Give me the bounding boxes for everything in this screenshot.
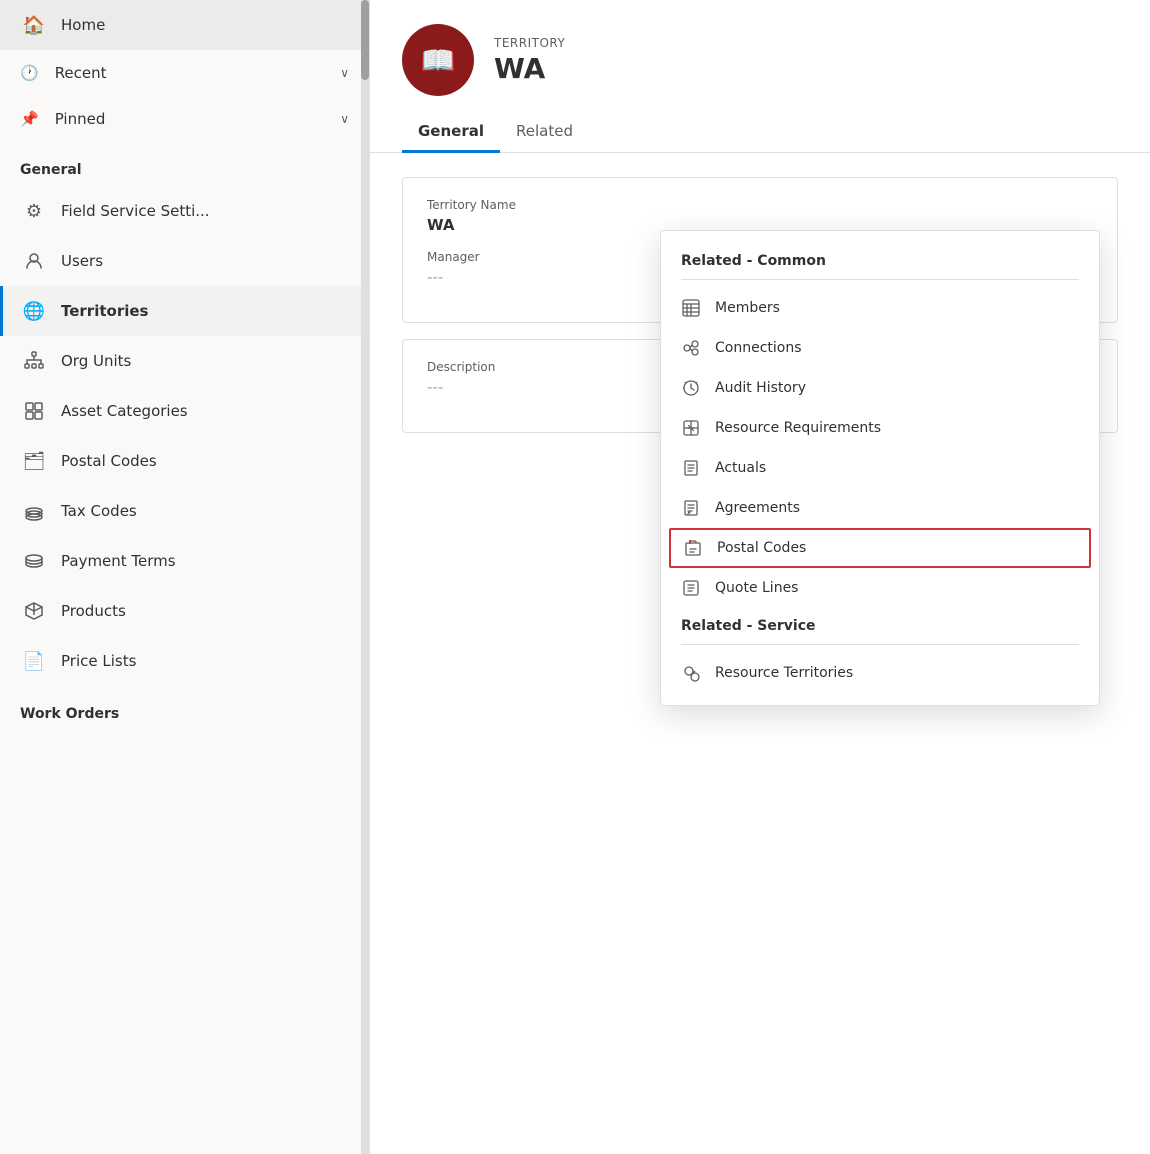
resource-territories-icon xyxy=(681,663,701,683)
menu-item-members[interactable]: Members xyxy=(661,288,1099,328)
record-info: TERRITORY WA xyxy=(494,36,565,85)
sidebar-item-label: Home xyxy=(61,16,105,34)
sidebar-item-label: Territories xyxy=(61,302,148,320)
menu-item-label: Audit History xyxy=(715,380,806,396)
menu-item-postal-codes[interactable]: Postal Codes xyxy=(669,528,1091,568)
chevron-down-icon: ∨ xyxy=(340,112,349,126)
payment-icon xyxy=(23,550,45,572)
avatar-icon: 📖 xyxy=(421,44,456,77)
agreements-icon xyxy=(681,498,701,518)
sidebar-item-payment-terms[interactable]: Payment Terms xyxy=(0,536,369,586)
chevron-down-icon: ∨ xyxy=(340,66,349,80)
pin-icon: 📌 xyxy=(20,110,39,128)
sidebar-item-label: Pinned xyxy=(55,110,106,128)
menu-section-related-service: Related - Service xyxy=(661,608,1099,640)
record-header: 📖 TERRITORY WA xyxy=(370,0,1150,96)
user-icon xyxy=(23,250,45,272)
menu-item-audit-history[interactable]: Audit History xyxy=(661,368,1099,408)
menu-item-label: Resource Requirements xyxy=(715,420,881,436)
tab-related[interactable]: Related xyxy=(500,112,589,153)
menu-item-connections[interactable]: Connections xyxy=(661,328,1099,368)
sidebar-section-general: General xyxy=(0,142,369,186)
sidebar-item-label: Products xyxy=(61,602,126,620)
territory-name-label: Territory Name xyxy=(427,198,1093,212)
menu-item-actuals[interactable]: Actuals xyxy=(661,448,1099,488)
products-icon xyxy=(23,600,45,622)
menu-item-label: Agreements xyxy=(715,500,800,516)
menu-item-label: Actuals xyxy=(715,460,766,476)
territory-name-field: Territory Name WA xyxy=(427,198,1093,234)
sidebar-item-field-service[interactable]: ⚙ Field Service Setti... xyxy=(0,186,369,236)
sidebar-item-recent[interactable]: 🕐 Recent ∨ xyxy=(0,50,369,96)
quote-lines-icon xyxy=(681,578,701,598)
sidebar-item-asset-categories[interactable]: Asset Categories xyxy=(0,386,369,436)
sidebar-item-users[interactable]: Users xyxy=(0,236,369,286)
members-icon xyxy=(681,298,701,318)
menu-divider-common xyxy=(681,279,1079,280)
sidebar-item-home[interactable]: 🏠 Home xyxy=(0,0,369,50)
sidebar-section-work-orders: Work Orders xyxy=(0,686,369,730)
sidebar-item-label: Price Lists xyxy=(61,652,136,670)
sidebar-item-label: Tax Codes xyxy=(61,502,137,520)
main-content: 📖 TERRITORY WA General Related Territory… xyxy=(370,0,1150,1154)
sidebar-item-label: Users xyxy=(61,252,103,270)
postal-icon: 🗂 xyxy=(23,450,45,472)
home-icon: 🏠 xyxy=(23,14,45,36)
globe-icon: 🌐 xyxy=(23,300,45,322)
sidebar-item-label: Org Units xyxy=(61,352,131,370)
dropdown-menu: Related - Common Members xyxy=(660,230,1100,706)
sidebar-item-tax-codes[interactable]: Tax Codes xyxy=(0,486,369,536)
sidebar-item-label: Postal Codes xyxy=(61,452,157,470)
tax-icon xyxy=(23,500,45,522)
menu-item-resource-requirements[interactable]: Resource Requirements xyxy=(661,408,1099,448)
gear-icon: ⚙ xyxy=(23,200,45,222)
sidebar-item-postal-codes[interactable]: 🗂 Postal Codes xyxy=(0,436,369,486)
org-icon xyxy=(23,350,45,372)
sidebar-item-price-lists[interactable]: 📄 Price Lists xyxy=(0,636,369,686)
postal-codes-icon xyxy=(683,538,703,558)
actuals-icon xyxy=(681,458,701,478)
menu-item-label: Connections xyxy=(715,340,802,356)
price-list-icon: 📄 xyxy=(23,650,45,672)
tabs-bar: General Related xyxy=(370,112,1150,153)
sidebar-item-org-units[interactable]: Org Units xyxy=(0,336,369,386)
record-type-label: TERRITORY xyxy=(494,36,565,50)
menu-divider-service xyxy=(681,644,1079,645)
audit-history-icon xyxy=(681,378,701,398)
menu-item-label: Members xyxy=(715,300,780,316)
asset-icon xyxy=(23,400,45,422)
sidebar-item-label: Asset Categories xyxy=(61,402,188,420)
sidebar-item-label: Field Service Setti... xyxy=(61,202,210,220)
menu-section-related-common: Related - Common xyxy=(661,243,1099,275)
menu-item-quote-lines[interactable]: Quote Lines xyxy=(661,568,1099,608)
sidebar-item-products[interactable]: Products xyxy=(0,586,369,636)
menu-item-resource-territories[interactable]: Resource Territories xyxy=(661,653,1099,693)
sidebar-item-pinned[interactable]: 📌 Pinned ∨ xyxy=(0,96,369,142)
menu-item-label: Quote Lines xyxy=(715,580,798,596)
recent-icon: 🕐 xyxy=(20,64,39,82)
sidebar-item-label: Recent xyxy=(55,64,107,82)
tab-general[interactable]: General xyxy=(402,112,500,153)
record-name: WA xyxy=(494,52,565,85)
menu-item-label: Resource Territories xyxy=(715,665,853,681)
connections-icon xyxy=(681,338,701,358)
sidebar-item-label: Payment Terms xyxy=(61,552,176,570)
sidebar-item-territories[interactable]: 🌐 Territories xyxy=(0,286,369,336)
menu-item-label: Postal Codes xyxy=(717,540,806,556)
avatar: 📖 xyxy=(402,24,474,96)
menu-item-agreements[interactable]: Agreements xyxy=(661,488,1099,528)
resource-requirements-icon xyxy=(681,418,701,438)
sidebar: 🏠 Home 🕐 Recent ∨ 📌 Pinned ∨ General ⚙ F… xyxy=(0,0,370,1154)
